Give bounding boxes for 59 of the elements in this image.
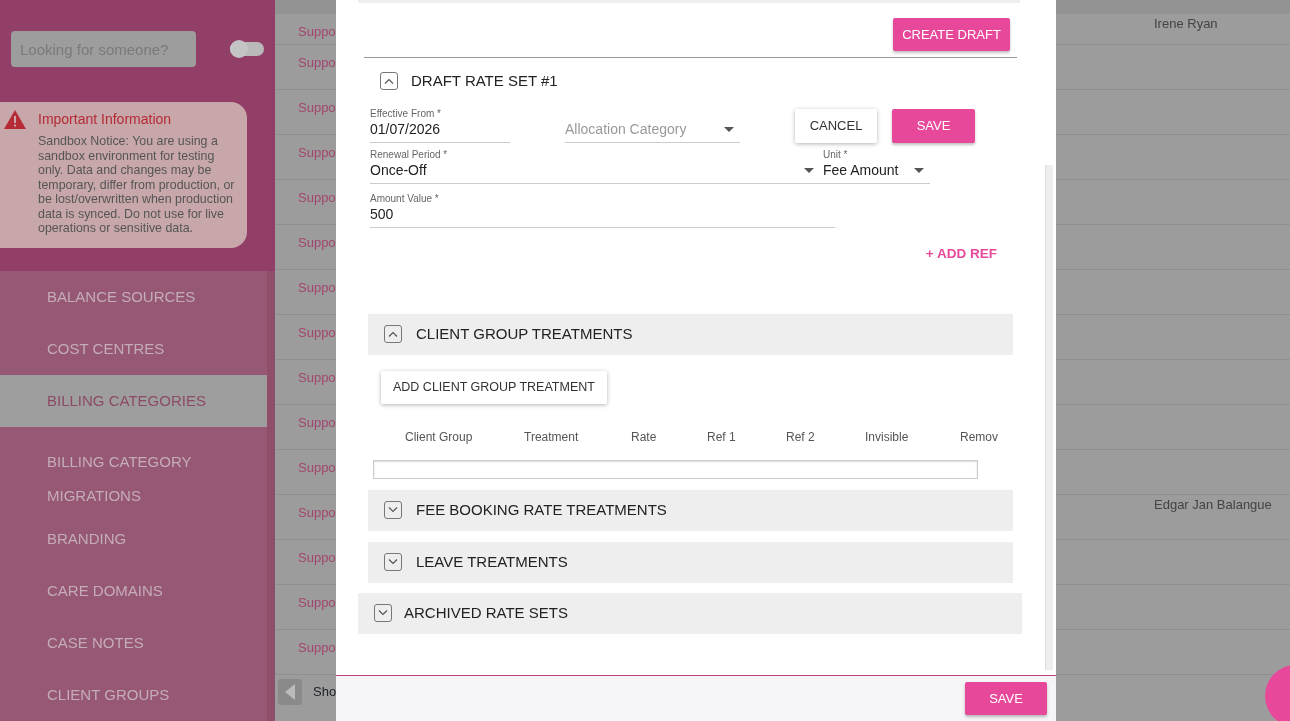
dropdown-field[interactable]: Unit * Fee Amount <box>820 148 930 184</box>
table-cell-text: Suppo <box>297 23 335 41</box>
left-triangle-icon <box>285 684 295 700</box>
table-cell-text: Suppo <box>297 504 335 522</box>
column-header: Invisible <box>865 428 910 446</box>
sidebar-item[interactable]: BILLING CATEGORIES <box>0 375 267 427</box>
sidebar-item[interactable]: CASE NOTES <box>0 617 259 669</box>
table-cell-text: Suppo <box>297 639 335 657</box>
save-button[interactable]: SAVE <box>965 682 1047 715</box>
sidebar-item[interactable]: BALANCE SOURCES <box>0 271 259 323</box>
section-header[interactable]: LEAVE TREATMENTS <box>368 541 1013 583</box>
table-cell-text: Suppo <box>297 54 335 72</box>
expand-icon[interactable] <box>374 604 392 623</box>
notice-text: Sandbox Notice: You are using a sandbox environment for testing only. Data and changes may be temporary, differ from production, or be lost/overwritten when production data is synced. Do not use for live operations or sensitive data. <box>38 134 235 236</box>
column-header: Ref 2 <box>786 428 816 446</box>
sidebar-item[interactable]: CLIENT GROUPS <box>0 669 259 721</box>
column-header: Ref 1 <box>707 428 737 446</box>
input-field[interactable]: Amount Value * 500 <box>370 192 835 228</box>
table-cell-text: Suppo <box>297 144 335 162</box>
pager-text: Sho <box>313 683 337 702</box>
table-cell-text: Suppo <box>297 99 335 117</box>
sidebar-item[interactable]: CARE DOMAINS <box>0 565 259 617</box>
section-header[interactable]: CLIENT GROUP TREATMENTS <box>368 313 1013 355</box>
section-header[interactable]: FEE BOOKING RATE TREATMENTS <box>368 489 1013 531</box>
add-ref-link[interactable]: + ADD REF <box>925 243 997 264</box>
expand-icon[interactable] <box>384 501 402 520</box>
dropdown-field[interactable]: Renewal Period * Once-Off <box>370 148 820 184</box>
add-treatment-button[interactable]: ADD CLIENT GROUP TREATMENT <box>381 370 607 404</box>
table-cell-text: Suppo <box>297 594 335 612</box>
section-header[interactable]: ARCHIVED RATE SETS <box>358 592 1022 634</box>
notice-title: Important Information <box>38 110 173 129</box>
sidebar-item[interactable]: COST CENTRES <box>0 323 259 375</box>
table-cell-text: Edgar Jan Balangue <box>1154 496 1272 514</box>
table-cell-text: Suppo <box>297 369 335 387</box>
column-header: Treatment <box>524 428 580 446</box>
table-cell-text: Irene Ryan <box>1154 15 1218 33</box>
column-header: Remov <box>960 428 999 446</box>
input-field[interactable]: Effective From * 01/07/2026 <box>370 107 510 143</box>
save-button[interactable]: SAVE <box>892 108 975 143</box>
sidebar-item[interactable]: BRANDING <box>0 513 259 565</box>
collapse-icon[interactable] <box>384 325 402 344</box>
toggle-switch[interactable] <box>230 42 264 56</box>
table-cell-text: Suppo <box>297 189 335 207</box>
cancel-button[interactable]: CANCEL <box>795 108 877 143</box>
collapse-icon[interactable] <box>380 72 398 91</box>
table-cell-text: Suppo <box>297 414 335 432</box>
warning-icon <box>4 110 26 129</box>
dropdown-field[interactable]: Allocation Category <box>565 119 740 143</box>
expand-icon[interactable] <box>384 553 402 572</box>
table-cell-text: Suppo <box>297 324 335 342</box>
sidebar-item[interactable]: BILLING CATEGORY MIGRATIONS <box>0 427 259 513</box>
table-cell-text: Suppo <box>297 279 335 297</box>
create-draft-button[interactable]: CREATE DRAFT <box>893 18 1010 51</box>
column-header: Rate <box>631 428 658 446</box>
column-header: Client Group <box>405 428 474 446</box>
table-cell-text: Suppo <box>297 459 335 477</box>
section-title: DRAFT RATE SET #1 <box>411 71 558 91</box>
table-cell-text: Suppo <box>297 234 335 252</box>
table-cell-text: Suppo <box>297 549 335 567</box>
